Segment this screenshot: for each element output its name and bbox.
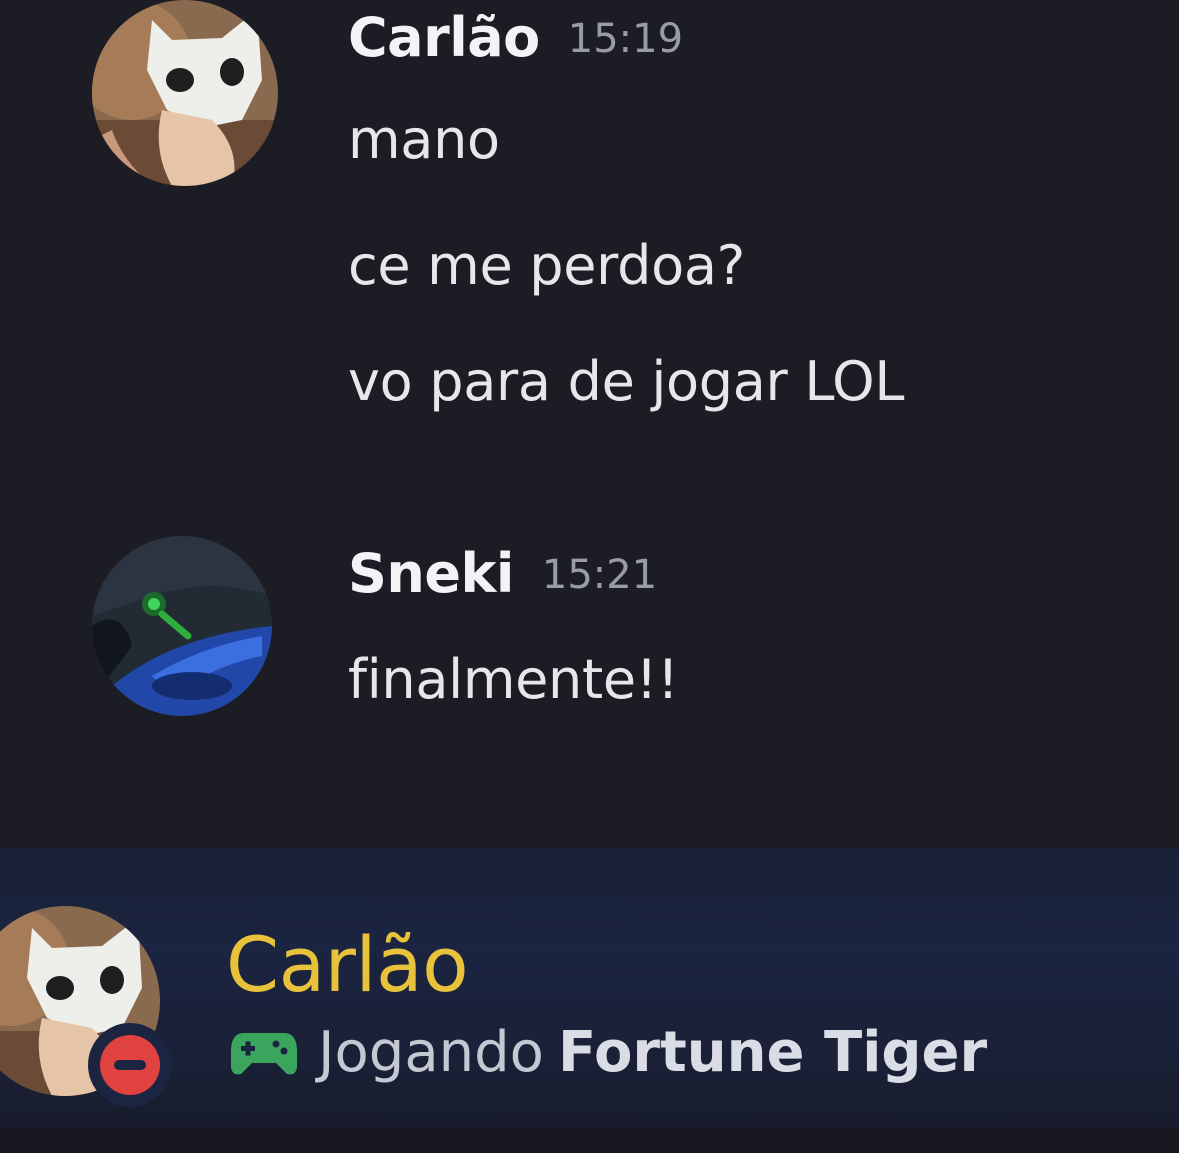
chat-area: Carlão 15:19 mano ce me perdoa? vo para d…	[0, 0, 1179, 848]
do-not-disturb-icon	[100, 1035, 160, 1095]
activity-game: Fortune Tiger	[557, 1020, 988, 1085]
message-text: vo para de jogar LOL	[348, 350, 905, 413]
user-activity-panel[interactable]: Carlão	[0, 848, 1179, 1128]
message-text: finalmente!!	[348, 648, 679, 711]
snake-avatar-icon	[92, 536, 272, 716]
profile-name[interactable]: Carlão	[226, 920, 469, 1009]
activity-status: Jogando Fortune Tiger	[230, 1020, 987, 1085]
timestamp: 15:21	[541, 552, 658, 598]
footer-divider	[0, 1128, 1179, 1153]
message-text: mano	[348, 108, 500, 171]
mask-avatar-icon	[92, 0, 278, 186]
activity-prefix: Jogando	[318, 1020, 544, 1085]
avatar[interactable]	[92, 536, 272, 716]
author-name[interactable]: Sneki	[348, 542, 514, 605]
timestamp: 15:19	[567, 16, 684, 62]
status-badge	[88, 1023, 172, 1107]
author-name[interactable]: Carlão	[348, 6, 540, 69]
message-text: ce me perdoa?	[348, 234, 745, 297]
avatar[interactable]	[92, 0, 278, 186]
gamepad-icon	[231, 1032, 297, 1074]
